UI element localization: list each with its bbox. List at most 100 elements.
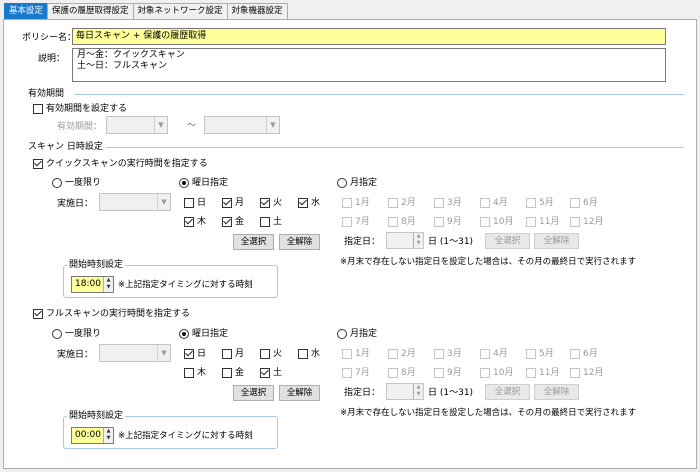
quick-day-3[interactable]: 水 (298, 197, 320, 209)
validity-checkbox-item[interactable]: 有効期間を設定する (33, 103, 127, 115)
checkbox-icon (526, 197, 536, 208)
quick-month-9[interactable]: 9月 (434, 216, 462, 228)
full-day-1[interactable]: 月 (222, 348, 244, 360)
quick-month-select-all-button[interactable]: 全選択 (485, 233, 530, 249)
checkbox-icon (260, 216, 270, 227)
checkbox-icon (434, 197, 444, 208)
radio-icon (337, 177, 347, 188)
quick-month-6[interactable]: 6月 (570, 197, 598, 209)
full-month-3[interactable]: 3月 (434, 348, 462, 360)
full-day-5[interactable]: 金 (222, 367, 244, 379)
full-month-6[interactable]: 6月 (570, 348, 598, 360)
radio-icon (52, 328, 62, 339)
full-month-clear-all-button[interactable]: 全解除 (534, 384, 579, 400)
validity-checkbox-label: 有効期間を設定する (46, 104, 128, 114)
period-start-select[interactable]: ▼ (106, 116, 168, 134)
checkbox-icon (526, 216, 536, 227)
description-textarea[interactable]: 月～金：クイックスキャン 土～日：フルスキャン (72, 48, 666, 82)
full-day-label: 指定日： (344, 388, 381, 398)
full-day-4[interactable]: 木 (184, 367, 206, 379)
full-day-stepper[interactable]: ▲ ▼ (386, 383, 424, 400)
quick-scan-checkbox-label: クイックスキャンの実行時間を指定する (46, 159, 208, 169)
tab-basic-settings[interactable]: 基本設定 (4, 3, 49, 19)
quick-date-select[interactable]: ▼ (99, 193, 171, 211)
checkbox-icon (388, 216, 398, 227)
quick-radio-once[interactable]: 一度限り (52, 177, 101, 189)
checkbox-icon (222, 367, 232, 378)
full-day-2[interactable]: 火 (260, 348, 282, 360)
quick-day-label: 指定日： (344, 237, 381, 247)
quick-month-10[interactable]: 10月 (480, 216, 513, 228)
full-day-6[interactable]: 土 (260, 367, 282, 379)
full-radio-once[interactable]: 一度限り (52, 328, 101, 340)
quick-month-12[interactable]: 12月 (570, 216, 603, 228)
full-day-0[interactable]: 日 (184, 348, 206, 360)
quick-day-label: 月 (235, 198, 245, 208)
full-month-select-all-button[interactable]: 全選択 (485, 384, 530, 400)
radio-icon (52, 177, 62, 188)
quick-month-5[interactable]: 5月 (526, 197, 554, 209)
quick-month-label: 3月 (447, 198, 462, 208)
checkbox-icon (434, 367, 444, 378)
quick-day-2[interactable]: 火 (260, 197, 282, 209)
quick-scan-checkbox-item[interactable]: クイックスキャンの実行時間を指定する (33, 158, 208, 170)
quick-month-8[interactable]: 8月 (388, 216, 416, 228)
full-month-label: 3月 (447, 349, 462, 359)
quick-month-2[interactable]: 2月 (388, 197, 416, 209)
full-day-3[interactable]: 水 (298, 348, 320, 360)
tab-target-devices[interactable]: 対象機器設定 (226, 3, 288, 19)
full-month-4[interactable]: 4月 (480, 348, 508, 360)
full-select-all-button[interactable]: 全選択 (233, 385, 274, 401)
quick-day-6[interactable]: 土 (260, 216, 282, 228)
quick-select-all-button[interactable]: 全選択 (233, 234, 274, 250)
quick-month-7[interactable]: 7月 (342, 216, 370, 228)
quick-month-4[interactable]: 4月 (480, 197, 508, 209)
quick-day-1[interactable]: 月 (222, 197, 244, 209)
quick-clear-all-button[interactable]: 全解除 (279, 234, 320, 250)
full-month-12[interactable]: 12月 (570, 367, 603, 379)
checkbox-icon (570, 197, 580, 208)
quick-day-5[interactable]: 金 (222, 216, 244, 228)
quick-month-clear-all-button[interactable]: 全解除 (534, 233, 579, 249)
full-clear-all-button[interactable]: 全解除 (279, 385, 320, 401)
quick-radio-weekday[interactable]: 曜日指定 (179, 177, 228, 189)
quick-month-3[interactable]: 3月 (434, 197, 462, 209)
quick-month-11[interactable]: 11月 (526, 216, 559, 228)
full-scan-checkbox[interactable] (33, 308, 43, 319)
full-month-8[interactable]: 8月 (388, 367, 416, 379)
quick-start-time-stepper[interactable]: 18:00 ▲ ▼ (71, 276, 114, 293)
validity-checkbox[interactable] (33, 103, 43, 114)
full-start-time-stepper[interactable]: 00:00 ▲ ▼ (71, 427, 114, 444)
full-month-5[interactable]: 5月 (526, 348, 554, 360)
quick-day-stepper[interactable]: ▲ ▼ (386, 232, 424, 249)
quick-month-1[interactable]: 1月 (342, 197, 370, 209)
period-label: 有効期間： (57, 122, 103, 132)
full-month-7[interactable]: 7月 (342, 367, 370, 379)
full-start-time-value: 00:00 (75, 430, 101, 440)
full-month-2[interactable]: 2月 (388, 348, 416, 360)
full-month-10[interactable]: 10月 (480, 367, 513, 379)
tab-protection-history[interactable]: 保護の履歴取得設定 (47, 3, 134, 19)
tab-target-network[interactable]: 対象ネットワーク設定 (132, 3, 228, 19)
quick-radio-month[interactable]: 月指定 (337, 177, 377, 189)
full-scan-checkbox-item[interactable]: フルスキャンの実行時間を指定する (33, 308, 190, 320)
period-tilde: ～ (187, 121, 197, 131)
full-month-11[interactable]: 11月 (526, 367, 559, 379)
quick-day-0[interactable]: 日 (184, 197, 206, 209)
full-day-range: 日 (1～31) (428, 388, 474, 398)
full-radio-weekday[interactable]: 曜日指定 (179, 328, 228, 340)
period-end-select[interactable]: ▼ (204, 116, 280, 134)
full-month-1[interactable]: 1月 (342, 348, 370, 360)
quick-day-4[interactable]: 木 (184, 216, 206, 228)
policy-name-input[interactable]: 毎日スキャン + 保護の履歴取得 (72, 28, 666, 45)
full-radio-month[interactable]: 月指定 (337, 328, 377, 340)
quick-scan-checkbox[interactable] (33, 158, 43, 169)
full-month-label: 4月 (493, 349, 508, 359)
description-line: 月～金：クイックスキャン (77, 50, 185, 60)
full-date-select[interactable]: ▼ (99, 344, 171, 362)
full-month-9[interactable]: 9月 (434, 367, 462, 379)
full-month-label: 2月 (401, 349, 416, 359)
full-month-label: 12月 (583, 368, 604, 378)
full-month-label: 7月 (355, 368, 370, 378)
quick-day-range: 日 (1～31) (428, 237, 474, 247)
